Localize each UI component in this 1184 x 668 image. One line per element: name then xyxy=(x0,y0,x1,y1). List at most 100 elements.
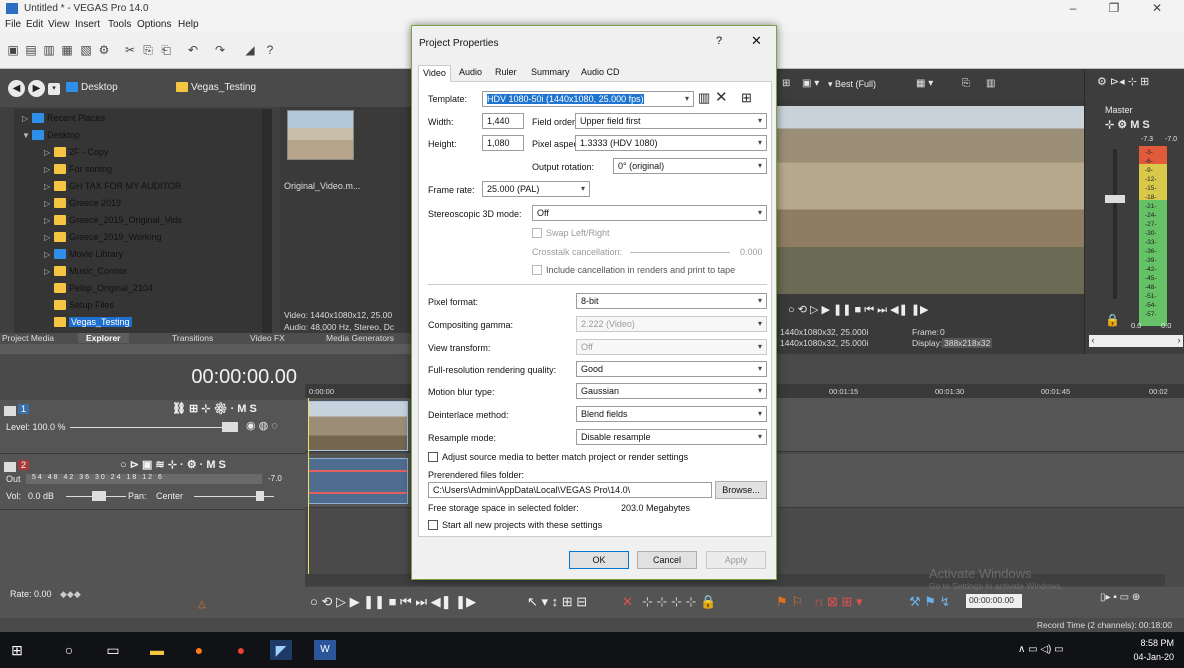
master-scrollbar[interactable]: ‹ › xyxy=(1089,335,1183,347)
save-snapshot-icon[interactable]: ▥ xyxy=(986,78,995,89)
grid-icon[interactable]: ▦ ▾ xyxy=(916,78,933,89)
copy-snapshot-icon[interactable]: ⎘ xyxy=(962,78,970,89)
match-media-settings-icon[interactable]: ⊞ xyxy=(741,90,752,106)
word-taskbar-icon[interactable]: W xyxy=(314,640,336,660)
menu-file[interactable]: File xyxy=(5,19,21,30)
tree-item-folder[interactable]: ▷ Music_Connor xyxy=(44,266,127,277)
copy-icon[interactable]: ⎘ xyxy=(141,43,155,57)
tree-scrollbar[interactable] xyxy=(262,109,272,337)
forward-icon[interactable]: ▶ xyxy=(28,80,45,97)
tree-item-recent-places[interactable]: ▷ Recent Places xyxy=(22,113,105,124)
tree-item-folder[interactable]: ▷ For sorting xyxy=(44,164,112,175)
lock-icon[interactable]: 🔒 xyxy=(1105,313,1120,327)
audio-event[interactable] xyxy=(308,458,408,504)
menu-tools[interactable]: Tools xyxy=(108,19,131,30)
video-track-header[interactable]: 1 ⛓ ⊞ ⊹ ⚙ · M S Level: 100.0 % ◉ ◍ ◌ xyxy=(0,400,305,454)
stereo-3d-dropdown[interactable]: Off ▾ xyxy=(532,205,767,221)
history-dropdown-icon[interactable]: ▾ xyxy=(48,83,60,95)
template-dropdown[interactable]: HDV 1080-50i (1440x1080, 25.000 fps) ▾ xyxy=(482,91,694,107)
rate-slider[interactable]: ◆◆◆ xyxy=(60,589,81,600)
file-name[interactable]: Original_Video.m... xyxy=(284,181,360,191)
tab-video-fx[interactable]: Video FX xyxy=(250,333,285,343)
deinterlace-dropdown[interactable]: Blend fields ▾ xyxy=(576,406,767,422)
level-slider-handle[interactable] xyxy=(222,422,238,432)
tree-item-folder[interactable]: ▷ GH TAX FOR MY AUDITOR xyxy=(44,181,181,192)
video-event[interactable] xyxy=(308,401,408,451)
preview-transport-icons[interactable]: ○ ⟲ ▷ ▶ ❚❚ ■ ⏮ ⏭ ◀❚ ❚▶ xyxy=(788,303,929,317)
zoom-controls[interactable]: ▯▸ ▪ ▭ ⊕ xyxy=(1100,592,1140,603)
file-explorer-icon[interactable]: ▬ xyxy=(146,640,168,660)
chrome-icon[interactable]: ● xyxy=(230,640,252,660)
tree-item-movie-library[interactable]: ▷ Movie Library xyxy=(44,249,123,260)
breadcrumb-desktop[interactable]: Desktop xyxy=(66,82,118,93)
open-icon[interactable]: ▤ xyxy=(24,43,38,57)
redo-icon[interactable]: ↷ xyxy=(213,43,227,57)
maximize-button[interactable]: ❐ xyxy=(1097,1,1131,15)
master-fader-handle[interactable] xyxy=(1105,195,1125,203)
menu-edit[interactable]: Edit xyxy=(26,19,43,30)
search-icon[interactable]: ○ xyxy=(58,640,80,660)
tab-video[interactable]: Video xyxy=(418,65,451,82)
playhead-cursor[interactable] xyxy=(308,398,309,578)
tab-audio[interactable]: Audio xyxy=(456,67,485,77)
include-cancellation-checkbox[interactable] xyxy=(532,265,542,275)
taskbar-clock[interactable]: 8:58 PM 04-Jan-20 xyxy=(1130,636,1174,664)
menu-view[interactable]: View xyxy=(48,19,70,30)
tree-item-desktop[interactable]: ▼ Desktop xyxy=(22,130,80,141)
edit-tool-icons[interactable]: ↖ ▾ ↕ ⊞ ⊟ xyxy=(527,594,587,610)
track-expand-icon[interactable] xyxy=(4,406,16,416)
save-as-icon[interactable]: ▦ xyxy=(60,43,74,57)
tree-item-folder[interactable]: ▷ 2F - Copy xyxy=(44,147,109,158)
preview-quality-dropdown[interactable]: ▾ Best (Full) xyxy=(828,79,876,90)
master-controls[interactable]: ⊹ ⚙ M S xyxy=(1105,118,1150,131)
motion-blur-dropdown[interactable]: Gaussian ▾ xyxy=(576,383,767,399)
ripple-icons[interactable]: ⚒ ⚑ ↯ xyxy=(909,594,950,610)
save-template-icon[interactable]: ▥ xyxy=(698,90,710,106)
breadcrumb-current[interactable]: Vegas_Testing xyxy=(176,82,256,93)
firefox-icon[interactable]: ● xyxy=(188,640,210,660)
enable-snapping-icon[interactable]: ◢ xyxy=(243,43,257,57)
menu-options[interactable]: Options xyxy=(137,19,171,30)
cancel-button[interactable]: Cancel xyxy=(637,551,697,569)
undo-icon[interactable]: ↶ xyxy=(186,43,200,57)
tab-summary[interactable]: Summary xyxy=(528,67,573,77)
vol-slider-handle[interactable] xyxy=(92,491,106,501)
system-tray-icons[interactable]: ∧ ▭ ◁) ▭ xyxy=(1018,644,1064,655)
tree-item-folder[interactable]: ▷ Greece_2019_Original_Vids xyxy=(44,215,182,226)
start-icon[interactable]: ⊞ xyxy=(6,640,28,660)
width-input[interactable]: 1,440 xyxy=(482,113,524,129)
back-icon[interactable]: ◀ xyxy=(8,80,25,97)
tab-explorer[interactable]: Explorer xyxy=(78,333,129,343)
view-transform-dropdown[interactable]: Off ▾ xyxy=(576,339,767,355)
paste-icon[interactable]: ⎗ xyxy=(159,43,173,57)
apply-button[interactable]: Apply xyxy=(706,551,766,569)
tree-item-folder[interactable]: ▷ Greece_2019_Working xyxy=(44,232,161,243)
prerendered-folder-input[interactable]: C:\Users\Admin\AppData\Local\VEGAS Pro\1… xyxy=(428,482,712,498)
marker-icons[interactable]: ⚑ ⚐ xyxy=(776,594,803,610)
dialog-close-button[interactable]: ✕ xyxy=(751,33,762,49)
track-expand-icon[interactable] xyxy=(4,462,16,472)
close-window-button[interactable]: ✕ xyxy=(1140,1,1174,15)
tab-transitions[interactable]: Transitions xyxy=(172,333,213,343)
new-project-icon[interactable]: ▣ xyxy=(6,43,20,57)
tab-media-generators[interactable]: Media Generators xyxy=(326,333,394,343)
frame-rate-dropdown[interactable]: 25.000 (PAL) ▾ xyxy=(482,181,590,197)
delete-template-icon[interactable]: ✕ xyxy=(715,88,728,106)
adjust-source-media-checkbox[interactable] xyxy=(428,452,438,462)
minimize-button[interactable]: – xyxy=(1056,1,1090,15)
pixel-aspect-ratio-dropdown[interactable]: 1.3333 (HDV 1080) ▾ xyxy=(575,135,767,151)
bottom-timecode[interactable]: 00:00:00.00 xyxy=(966,594,1022,608)
timecode-display[interactable]: 00:00:00.00 xyxy=(191,366,297,389)
pixel-format-dropdown[interactable]: 8-bit ▾ xyxy=(576,293,767,309)
delete-icon[interactable]: ✕ xyxy=(622,594,633,610)
tree-item-folder[interactable]: Setup Files xyxy=(44,300,114,311)
tree-item-folder[interactable]: Pelop_Original_2104 xyxy=(44,283,153,294)
full-res-quality-dropdown[interactable]: Good ▾ xyxy=(576,361,767,377)
overlays-icon[interactable]: ▣ ▾ xyxy=(802,78,819,89)
save-icon[interactable]: ▥ xyxy=(42,43,56,57)
crosstalk-slider[interactable] xyxy=(630,252,730,253)
render-icon[interactable]: ▧ xyxy=(79,43,93,57)
height-input[interactable]: 1,080 xyxy=(482,135,524,151)
whats-this-help-icon[interactable]: ? xyxy=(263,43,277,57)
output-rotation-dropdown[interactable]: 0° (original) ▾ xyxy=(613,158,767,174)
